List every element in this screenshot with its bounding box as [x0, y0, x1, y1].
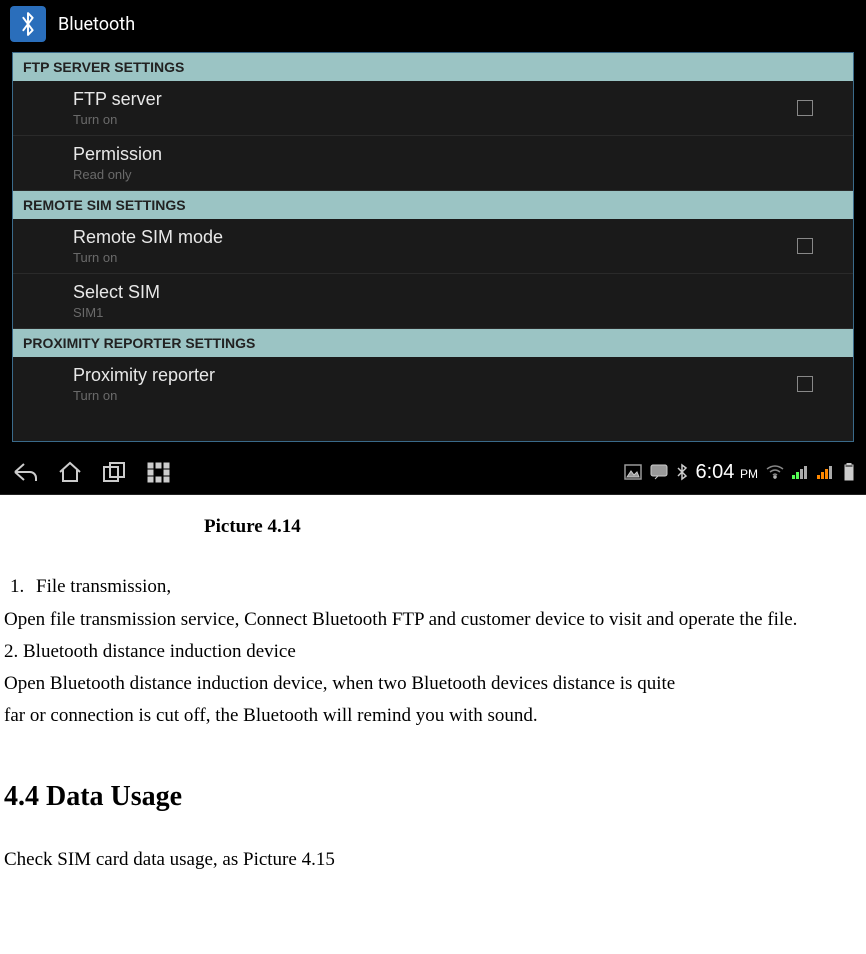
navigation-bar: 6:04 PM — [0, 450, 866, 494]
bluetooth-icon — [10, 6, 46, 42]
setting-sublabel: Read only — [73, 167, 843, 182]
setting-row-select-sim[interactable]: Select SIM SIM1 — [13, 274, 853, 329]
clock-time: 6:04 — [696, 461, 735, 483]
signal-bars-2 — [817, 466, 832, 479]
setting-label: Proximity reporter — [73, 365, 797, 386]
recent-apps-icon[interactable] — [102, 461, 126, 483]
section-header-ftp: FTP SERVER SETTINGS — [13, 53, 853, 81]
status-time: 6:04 PM — [696, 461, 759, 484]
remote-sim-checkbox[interactable] — [797, 238, 813, 254]
setting-label: Permission — [73, 144, 843, 165]
section-header-proximity: PROXIMITY REPORTER SETTINGS — [13, 329, 853, 357]
setting-row-proximity-reporter[interactable]: Proximity reporter Turn on — [13, 357, 853, 411]
section-heading: 4.4 Data Usage — [4, 773, 862, 821]
wifi-status-icon — [766, 465, 784, 479]
setting-label: FTP server — [73, 89, 797, 110]
battery-icon — [844, 463, 854, 481]
picture-status-icon — [624, 464, 642, 480]
section-header-remote-sim: REMOTE SIM SETTINGS — [13, 191, 853, 219]
signal-bars-1 — [792, 466, 807, 479]
bluetooth-status-icon — [676, 463, 688, 481]
list-item-2: 2. Bluetooth distance induction device — [4, 636, 862, 668]
setting-label: Select SIM — [73, 282, 843, 303]
setting-sublabel: Turn on — [73, 112, 797, 127]
clock-ampm: PM — [740, 467, 758, 481]
setting-row-remote-sim-mode[interactable]: Remote SIM mode Turn on — [13, 219, 853, 274]
document-content: Picture 4.14 1. File transmission, Open … — [0, 511, 866, 907]
back-icon[interactable] — [12, 461, 38, 483]
setting-sublabel: SIM1 — [73, 305, 843, 320]
list-item-1: 1. File transmission, — [10, 571, 862, 603]
paragraph-1: Open file transmission service, Connect … — [4, 604, 862, 636]
list-number-1: 1. — [10, 571, 36, 603]
ftp-server-checkbox[interactable] — [797, 100, 813, 116]
screenshot-icon[interactable] — [146, 461, 170, 483]
title-text: Bluetooth — [58, 14, 135, 35]
setting-label: Remote SIM mode — [73, 227, 797, 248]
list-text-1: File transmission, — [36, 571, 171, 603]
bluetooth-settings-screenshot: Bluetooth FTP SERVER SETTINGS FTP server… — [0, 0, 866, 495]
setting-sublabel: Turn on — [73, 250, 797, 265]
home-icon[interactable] — [58, 461, 82, 483]
settings-panel: FTP SERVER SETTINGS FTP server Turn on P… — [12, 52, 854, 442]
setting-row-permission[interactable]: Permission Read only — [13, 136, 853, 191]
sms-status-icon — [650, 464, 668, 480]
paragraph-3: Check SIM card data usage, as Picture 4.… — [4, 844, 862, 876]
figure-caption: Picture 4.14 — [204, 511, 862, 543]
proximity-checkbox[interactable] — [797, 376, 813, 392]
setting-sublabel: Turn on — [73, 388, 797, 403]
setting-row-ftp-server[interactable]: FTP server Turn on — [13, 81, 853, 136]
title-bar: Bluetooth — [0, 0, 866, 48]
paragraph-2a: Open Bluetooth distance induction device… — [4, 668, 862, 700]
paragraph-2b: far or connection is cut off, the Blueto… — [4, 700, 862, 732]
